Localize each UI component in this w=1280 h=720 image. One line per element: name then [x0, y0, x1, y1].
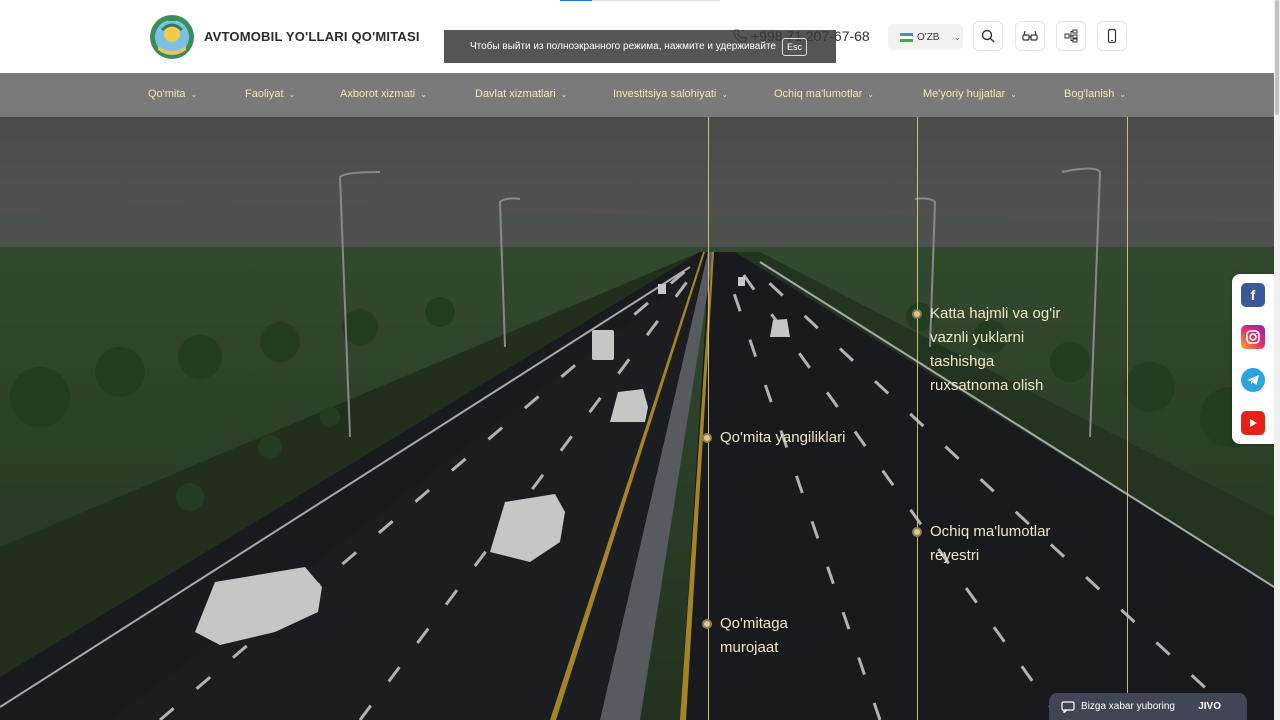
nav-item-label: Davlat xizmatlari — [475, 88, 556, 100]
hero-link-label: Ochiq ma'lumotlar reyestri — [930, 523, 1051, 564]
mobile-version-button[interactable] — [1097, 21, 1127, 51]
chevron-down-icon: ⌄ — [867, 89, 874, 99]
chat-widget-button[interactable]: Bizga xabar yuboring JIVO — [1049, 693, 1247, 720]
fullscreen-toast-text: Чтобы выйти из полноэкранного режима, на… — [470, 41, 776, 52]
bullet-dot-icon — [912, 527, 922, 537]
nav-item-label: Me'yoriy hujjatlar — [923, 88, 1006, 100]
sitemap-button[interactable] — [1056, 21, 1086, 51]
chat-icon — [1061, 700, 1075, 713]
nav-item-label: Axborot xizmati — [340, 88, 416, 100]
language-selector[interactable]: O'ZB ⌄ — [888, 24, 963, 50]
accessibility-button[interactable] — [1015, 21, 1045, 51]
bullet-dot-icon — [702, 619, 712, 629]
chevron-down-icon: ⌄ — [1119, 89, 1127, 99]
nav-item-label: Qo'mita — [148, 88, 186, 100]
emblem-logo[interactable] — [148, 12, 196, 62]
nav-item-boglanish[interactable]: Bog'lanish ⌄ — [1064, 88, 1126, 100]
hero-divider-line — [917, 117, 918, 720]
main-nav: Qo'mita ⌄ Faoliyat ⌄ Axborot xizmati ⌄ Davl… — [0, 73, 1274, 117]
search-button[interactable] — [973, 21, 1003, 51]
mobile-icon — [1107, 29, 1117, 43]
chevron-down-icon: ⌄ — [1010, 89, 1017, 99]
nav-item-davlat-xizmatlari[interactable]: Davlat xizmatlari ⌄ — [475, 88, 567, 100]
hero-link-permit[interactable]: Katta hajmli va og'ir vaznli yuklarni ta… — [912, 302, 1072, 398]
nav-item-label: Faoliyat — [245, 88, 284, 100]
sitemap-icon — [1064, 29, 1078, 43]
hero-link-label: Qo'mita yangiliklari — [720, 429, 846, 446]
scrollbar-thumb[interactable] — [1275, 0, 1279, 115]
chevron-down-icon: ⌄ — [420, 89, 427, 99]
esc-key-badge: Esc — [781, 37, 807, 56]
nav-item-meyoriy-hujjatlar[interactable]: Me'yoriy hujjatlar ⌄ — [923, 88, 1017, 100]
page-scrollbar[interactable] — [1274, 0, 1280, 720]
youtube-icon[interactable] — [1241, 411, 1265, 435]
nav-item-label: Investitsiya salohiyati — [613, 88, 717, 100]
hero-link-label: Qo'mitaga murojaat — [720, 615, 788, 656]
brand-title[interactable]: AVTOMOBIL YO'LLARI QO'MITASI — [204, 29, 420, 44]
nav-item-faoliyat[interactable]: Faoliyat ⌄ — [245, 88, 295, 100]
chevron-down-icon: ⌄ — [721, 89, 729, 99]
telegram-icon[interactable] — [1241, 368, 1265, 392]
facebook-icon[interactable]: f — [1241, 283, 1265, 307]
nav-item-investitsiya[interactable]: Investitsiya salohiyati ⌄ — [613, 88, 728, 100]
hero-link-news[interactable]: Qo'mita yangiliklari — [702, 426, 845, 450]
search-icon — [981, 29, 995, 43]
top-tab-indicator — [560, 0, 720, 1]
highway-background-image — [0, 117, 1274, 720]
hero-banner: Katta hajmli va og'ir vaznli yuklarni ta… — [0, 117, 1274, 720]
fullscreen-toast: Чтобы выйти из полноэкранного режима, на… — [444, 30, 836, 63]
chevron-down-icon: ⌄ — [560, 89, 568, 99]
bullet-dot-icon — [912, 309, 922, 319]
social-links-panel: f — [1232, 274, 1274, 444]
nav-item-label: Bog'lanish — [1064, 88, 1115, 100]
instagram-icon[interactable] — [1241, 325, 1265, 349]
hero-divider-line — [1127, 117, 1128, 720]
bullet-dot-icon — [702, 433, 712, 443]
nav-item-axborot-xizmati[interactable]: Axborot xizmati ⌄ — [340, 88, 427, 100]
nav-item-qomita[interactable]: Qo'mita ⌄ — [148, 88, 197, 100]
nav-item-ochiq-malumotlar[interactable]: Ochiq ma'lumotlar ⌄ — [774, 88, 874, 100]
chevron-down-icon: ⌄ — [953, 31, 962, 42]
chat-widget-label: Bizga xabar yuboring — [1081, 701, 1175, 712]
nav-item-label: Ochiq ma'lumotlar — [774, 88, 863, 100]
language-label: O'ZB — [917, 31, 940, 43]
hero-link-appeal[interactable]: Qo'mitaga murojaat — [702, 612, 812, 660]
glasses-icon — [1022, 30, 1038, 41]
jivo-logo: JIVO — [1198, 701, 1221, 712]
hero-link-label: Katta hajmli va og'ir vaznli yuklarni ta… — [930, 305, 1061, 394]
uzbek-flag-icon — [900, 32, 913, 42]
hero-link-open-data[interactable]: Ochiq ma'lumotlar reyestri — [912, 520, 1072, 568]
chevron-down-icon: ⌄ — [288, 89, 296, 99]
chevron-down-icon: ⌄ — [190, 89, 198, 99]
